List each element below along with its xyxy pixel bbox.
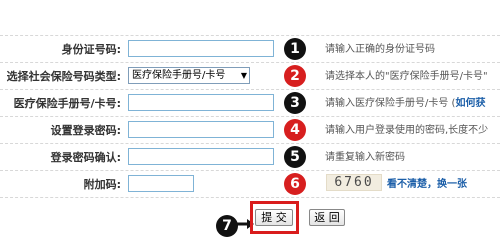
- step-badge-4: 4: [284, 119, 306, 141]
- form-row-insurance-number: 医疗保险手册号/卡号: 3 请输入医疗保险手册号/卡号 (如何获: [0, 89, 500, 117]
- password-confirm-input[interactable]: [128, 148, 274, 165]
- step-badge-6: 6: [284, 173, 306, 195]
- form-divider: [0, 197, 500, 199]
- form-row-id-number: 身份证号码: 1 请输入正确的身份证号码: [0, 35, 500, 63]
- form-row-password: 设置登录密码: 4 请输入用户登录使用的密码,长度不少: [0, 116, 500, 144]
- step-badge-2: 2: [284, 65, 306, 87]
- captcha-image: 6760: [326, 174, 382, 191]
- insurance-type-selected-value: 医疗保险手册号/卡号: [132, 70, 226, 81]
- password-confirm-label: 登录密码确认:: [50, 151, 121, 164]
- id-number-label: 身份证号码:: [61, 43, 121, 56]
- password-label: 设置登录密码:: [50, 124, 121, 137]
- insurance-type-hint: 请选择本人的"医疗保险手册号/卡号": [325, 71, 488, 82]
- id-number-input[interactable]: [128, 40, 274, 57]
- password-input[interactable]: [128, 121, 274, 138]
- back-button[interactable]: 返 回: [309, 209, 345, 226]
- password-confirm-hint: 请重复输入新密码: [325, 152, 405, 163]
- form-row-insurance-type: 选择社会保险号码类型: 医疗保险手册号/卡号 ▼ 2 请选择本人的"医疗保险手册…: [0, 62, 500, 90]
- form-row-captcha: 附加码: 6 6760 看不清楚，换一张: [0, 170, 500, 198]
- step-badge-1: 1: [284, 38, 306, 60]
- password-hint: 请输入用户登录使用的密码,长度不少: [325, 125, 489, 136]
- insurance-number-hint: 请输入医疗保险手册号/卡号 (如何获: [325, 90, 485, 117]
- insurance-type-select[interactable]: 医疗保险手册号/卡号 ▼: [128, 67, 250, 84]
- id-number-hint: 请输入正确的身份证号码: [325, 44, 435, 55]
- insurance-number-input[interactable]: [128, 94, 274, 111]
- captcha-label: 附加码:: [83, 178, 121, 191]
- form-row-password-confirm: 登录密码确认: 5 请重复输入新密码: [0, 143, 500, 171]
- insurance-number-label: 医疗保险手册号/卡号:: [13, 97, 121, 110]
- submit-button[interactable]: 提 交: [255, 209, 293, 226]
- step-badge-3: 3: [284, 92, 306, 114]
- insurance-type-label: 选择社会保险号码类型:: [6, 70, 121, 83]
- insurance-number-hint-text: 请输入医疗保险手册号/卡号 (: [325, 98, 456, 109]
- step-badge-7: 7: [216, 215, 238, 237]
- step-badge-5: 5: [284, 146, 306, 168]
- chevron-down-icon: ▼: [240, 71, 247, 80]
- how-to-get-link[interactable]: 如何获: [455, 98, 485, 109]
- refresh-captcha-link[interactable]: 看不清楚，换一张: [387, 171, 467, 198]
- captcha-input[interactable]: [128, 175, 194, 192]
